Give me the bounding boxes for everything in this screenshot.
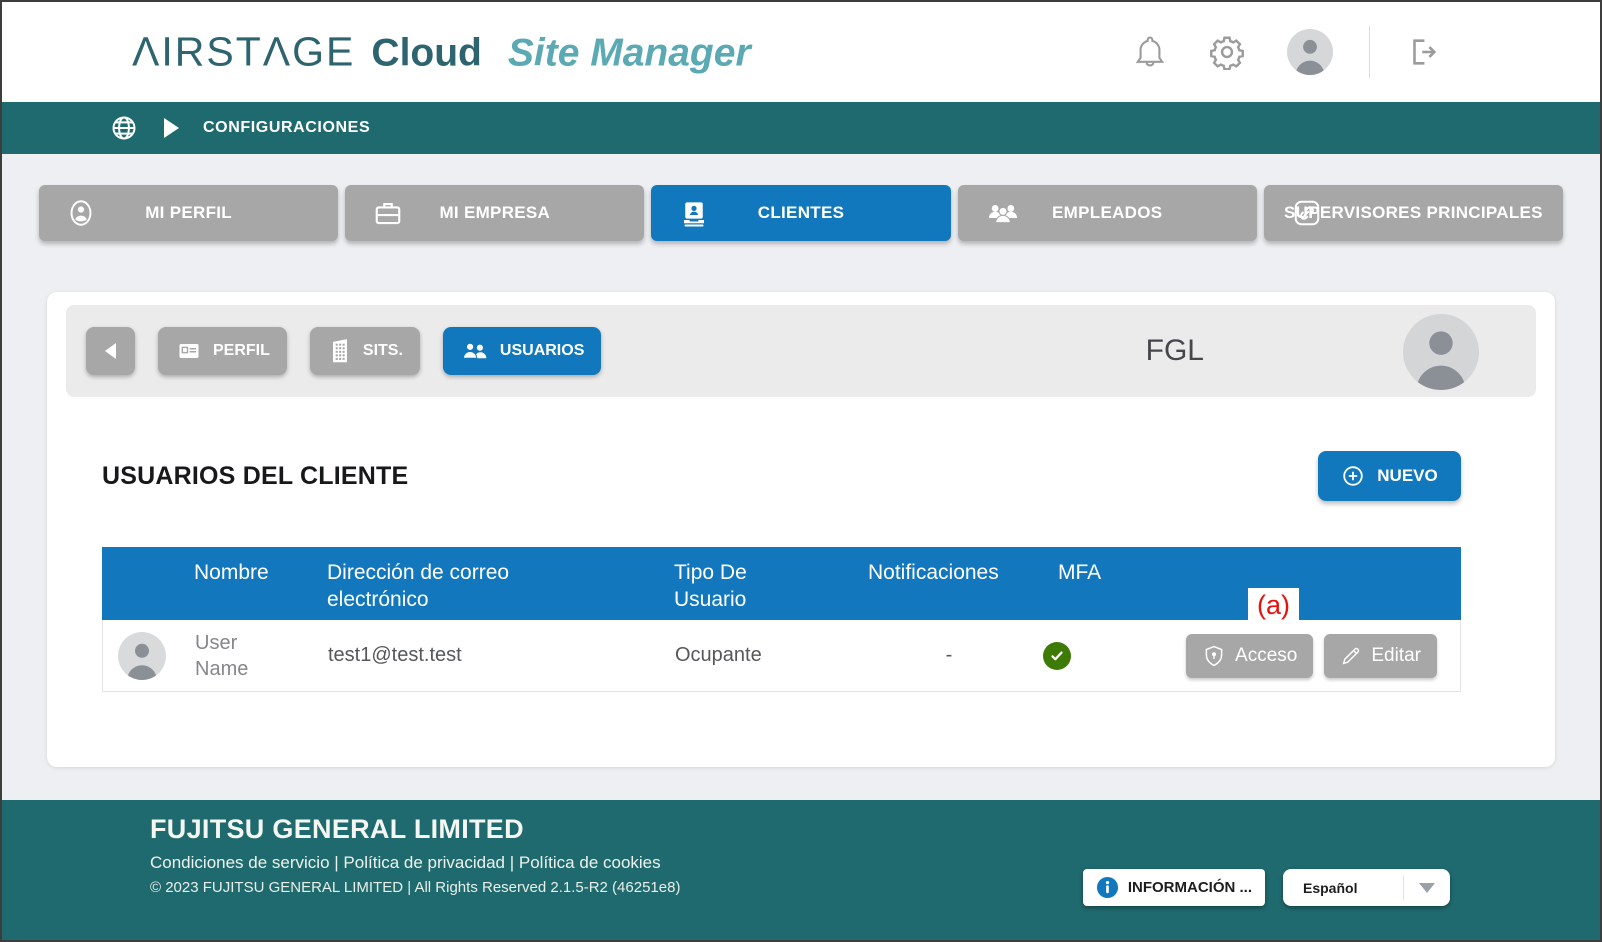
tab-mi-empresa[interactable]: MI EMPRESA bbox=[345, 185, 644, 241]
app-logo: ΛIRSTΛGE Cloud Site Manager bbox=[132, 29, 751, 76]
client-users-card: PERFIL SITS. bbox=[47, 292, 1555, 767]
language-select[interactable]: Español bbox=[1283, 869, 1450, 906]
mfa-check-icon bbox=[1043, 642, 1071, 670]
back-arrow-icon bbox=[105, 343, 116, 359]
tab-label: MI PERFIL bbox=[145, 203, 232, 223]
id-card-icon bbox=[175, 339, 203, 363]
logout-icon[interactable] bbox=[1406, 35, 1440, 69]
logo-product: Site Manager bbox=[508, 32, 751, 76]
id-badge-icon bbox=[679, 197, 709, 229]
column-header-email: Dirección de correo electrónico bbox=[327, 559, 552, 613]
briefcase-icon bbox=[373, 198, 403, 228]
tab-label: EMPLEADOS bbox=[1052, 203, 1162, 223]
link-cookies[interactable]: Política de cookies bbox=[519, 853, 661, 872]
settings-gear-icon[interactable] bbox=[1209, 34, 1245, 70]
page-title: USUARIOS DEL CLIENTE bbox=[102, 462, 408, 491]
subnav-usuarios-button[interactable]: USUARIOS bbox=[443, 327, 601, 375]
logo-cloud: Cloud bbox=[371, 32, 481, 76]
header-icon-group bbox=[1133, 26, 1440, 78]
globe-icon bbox=[110, 114, 138, 142]
tab-empleados[interactable]: EMPLEADOS bbox=[958, 185, 1257, 241]
shield-key-icon bbox=[1202, 643, 1226, 669]
subnav-sits-button[interactable]: SITS. bbox=[310, 327, 420, 375]
header-divider bbox=[1369, 26, 1370, 78]
notifications-bell-icon[interactable] bbox=[1133, 34, 1167, 70]
link-separator: | bbox=[505, 853, 519, 872]
tab-mi-perfil[interactable]: MI PERFIL bbox=[39, 185, 338, 241]
link-privacy[interactable]: Política de privacidad bbox=[343, 853, 505, 872]
subnav-sits-label: SITS. bbox=[363, 342, 403, 360]
page-footer: FUJITSU GENERAL LIMITED Condiciones de s… bbox=[2, 800, 1600, 940]
subnav-usuarios-label: USUARIOS bbox=[500, 342, 584, 360]
link-icon bbox=[1292, 198, 1322, 228]
subnav-perfil-button[interactable]: PERFIL bbox=[158, 327, 287, 375]
column-header-notifications: Notificaciones bbox=[868, 561, 999, 584]
main-tab-bar: MI PERFIL MI EMPRESA bbox=[39, 185, 1563, 241]
breadcrumb: CONFIGURACIONES bbox=[203, 119, 370, 137]
pencil-icon bbox=[1340, 645, 1362, 667]
app-window: ΛIRSTΛGE Cloud Site Manager bbox=[0, 0, 1602, 942]
client-subnav: PERFIL SITS. bbox=[66, 305, 1536, 397]
select-divider bbox=[1403, 876, 1404, 900]
table-row: User Name test1@test.test Ocupante - bbox=[102, 620, 1461, 692]
users-table: Nombre Dirección de correo electrónico T… bbox=[102, 547, 1461, 692]
link-separator: | bbox=[330, 853, 344, 872]
chevron-down-icon bbox=[1419, 883, 1435, 893]
people-group-icon bbox=[986, 199, 1020, 227]
breadcrumb-bar: CONFIGURACIONES bbox=[2, 102, 1600, 154]
new-user-button[interactable]: NUEVO bbox=[1318, 451, 1461, 501]
breadcrumb-arrow-icon bbox=[164, 118, 179, 138]
language-selected-value: Español bbox=[1283, 880, 1403, 896]
footer-copyright: © 2023 FUJITSU GENERAL LIMITED | All Rig… bbox=[150, 879, 680, 896]
column-header-name: Nombre bbox=[194, 561, 269, 584]
profile-icon bbox=[67, 198, 95, 228]
top-header: ΛIRSTΛGE Cloud Site Manager bbox=[2, 2, 1600, 102]
annotation-a: (a) bbox=[1248, 588, 1299, 625]
tab-label: SUPERVISORES PRINCIPALES bbox=[1284, 203, 1543, 223]
new-user-label: NUEVO bbox=[1377, 466, 1437, 486]
tab-label: MI EMPRESA bbox=[439, 203, 550, 223]
client-avatar bbox=[1403, 314, 1479, 390]
edit-button[interactable]: Editar bbox=[1324, 634, 1437, 678]
info-icon bbox=[1096, 876, 1119, 899]
user-avatar-icon[interactable] bbox=[1287, 29, 1333, 75]
cell-user-type: Ocupante bbox=[675, 644, 762, 666]
link-terms[interactable]: Condiciones de servicio bbox=[150, 853, 330, 872]
row-user-avatar bbox=[118, 632, 166, 680]
cell-notifications: - bbox=[869, 644, 1029, 667]
access-button[interactable]: Acceso bbox=[1186, 634, 1313, 678]
subnav-perfil-label: PERFIL bbox=[213, 342, 270, 360]
footer-links: Condiciones de servicio | Política de pr… bbox=[150, 853, 661, 873]
back-button[interactable] bbox=[86, 327, 135, 375]
plus-circle-icon bbox=[1341, 464, 1365, 488]
footer-company-name: FUJITSU GENERAL LIMITED bbox=[150, 814, 524, 845]
edit-label: Editar bbox=[1371, 645, 1421, 667]
information-label: INFORMACIÓN ... bbox=[1128, 879, 1252, 896]
logo-airstage: ΛIRSTΛGE bbox=[132, 29, 355, 76]
column-header-mfa: MFA bbox=[1058, 561, 1101, 584]
tab-supervisores-principales[interactable]: SUPERVISORES PRINCIPALES bbox=[1264, 185, 1563, 241]
users-icon bbox=[460, 339, 490, 363]
access-label: Acceso bbox=[1235, 645, 1297, 667]
building-icon bbox=[327, 337, 353, 365]
column-header-type: Tipo De Usuario bbox=[674, 559, 774, 613]
cell-user-email: test1@test.test bbox=[328, 644, 462, 666]
client-name: FGL bbox=[1146, 334, 1204, 368]
cell-user-name: User Name bbox=[195, 630, 290, 682]
tab-clientes[interactable]: CLIENTES bbox=[651, 185, 950, 241]
information-button[interactable]: INFORMACIÓN ... bbox=[1083, 869, 1265, 906]
tab-label: CLIENTES bbox=[758, 203, 844, 223]
